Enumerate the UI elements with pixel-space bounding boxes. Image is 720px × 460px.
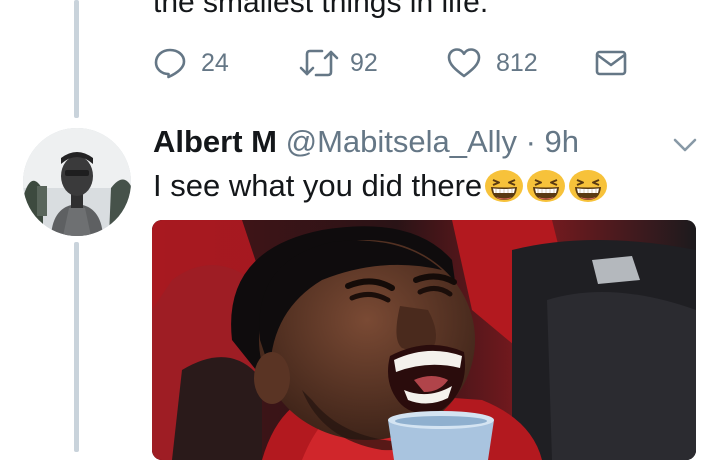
- thread-line-top: [74, 0, 79, 118]
- envelope-icon: [595, 50, 627, 76]
- user-handle[interactable]: @Mabitsela_Ally: [286, 124, 517, 159]
- retweet-count: 92: [350, 48, 378, 77]
- tweet-text-line: I see what you did there: [153, 168, 608, 204]
- retweet-button[interactable]: 92: [298, 46, 378, 80]
- tweet-media-image[interactable]: [152, 220, 696, 460]
- tweet-text: I see what you did there: [153, 168, 483, 203]
- grinning-squint-face-icon: [485, 170, 524, 202]
- grinning-squint-face-icon: [527, 170, 566, 202]
- previous-tweet-text: the smallest things in life.: [153, 0, 489, 19]
- direct-message-button[interactable]: [594, 46, 628, 80]
- timestamp[interactable]: 9h: [545, 124, 579, 159]
- reply-count: 24: [201, 48, 229, 77]
- chevron-down-icon[interactable]: [672, 136, 698, 154]
- grinning-squint-face-icon: [569, 170, 608, 202]
- tweet-header: Albert M @Mabitsela_Ally · 9h: [153, 124, 579, 160]
- heart-icon: [447, 48, 481, 78]
- reply-button[interactable]: 24: [153, 46, 229, 80]
- separator-dot: ·: [525, 124, 536, 159]
- like-count: 812: [496, 48, 538, 77]
- avatar[interactable]: [23, 128, 131, 236]
- avatar-photo: [23, 128, 131, 236]
- like-button[interactable]: 812: [446, 46, 538, 80]
- reply-icon: [154, 48, 186, 79]
- thread-line-bottom: [74, 242, 79, 452]
- display-name[interactable]: Albert M: [153, 124, 277, 159]
- laughing-fan-photo: [152, 220, 696, 460]
- retweet-icon: [299, 49, 339, 77]
